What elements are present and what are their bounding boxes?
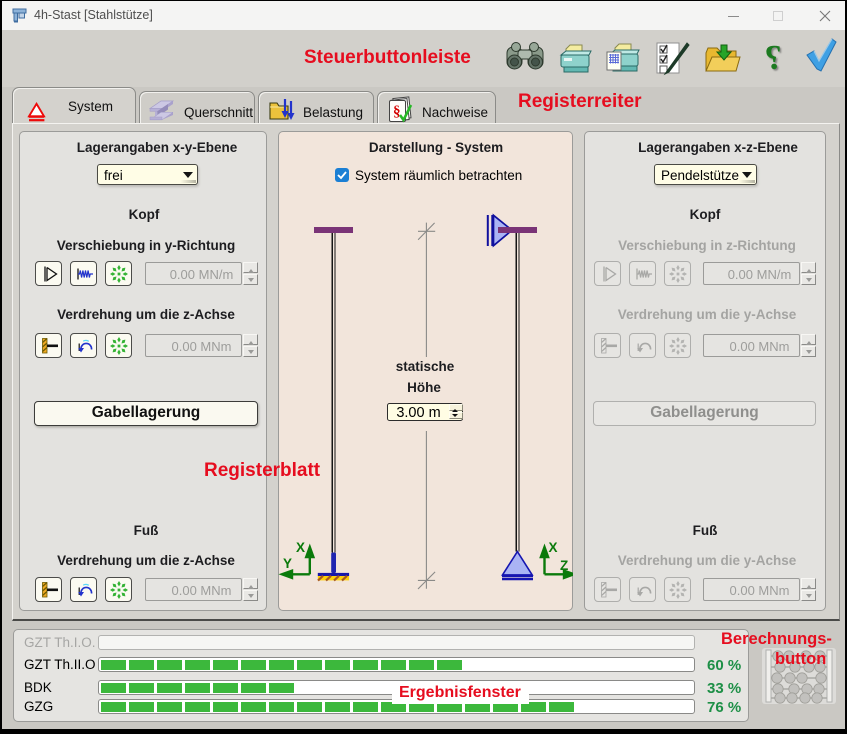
svg-text:§: § [393,104,401,120]
svg-text:Z: Z [560,558,568,573]
svg-text:X: X [549,540,558,555]
svg-text:Y: Y [283,556,292,571]
svg-text:X: X [296,540,305,555]
